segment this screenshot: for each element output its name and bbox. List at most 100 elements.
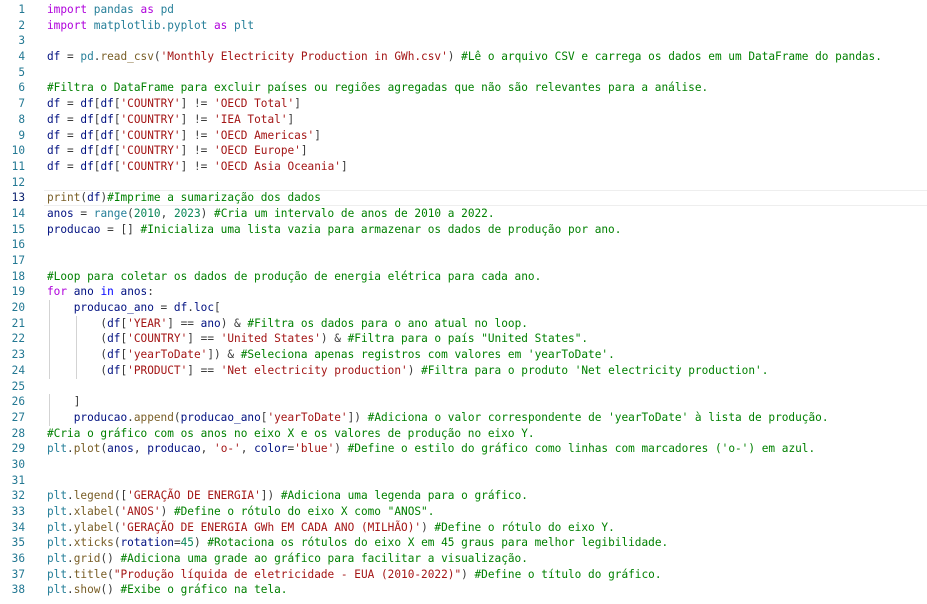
code-token: ) [200,206,215,220]
code-token: , [160,206,174,220]
code-line[interactable]: 2 import matplotlib.pyplot as plt [0,18,927,34]
code-line[interactable]: 25 [0,379,927,395]
code-token: 'Net electricity production' [220,363,408,377]
code-token: #Define o título do gráfico. [474,567,662,581]
code-token: 'OECD Asia Oceania' [214,159,341,173]
code-line[interactable]: 27 producao.append(producao_ano['yearToD… [0,409,927,426]
code-line[interactable]: 31 [0,473,927,489]
code-token: [ [113,128,121,142]
code-line[interactable]: 14 anos = range(2010, 2023) #Cria um inte… [0,206,927,222]
code-line[interactable]: 4 df = pd.read_csv('Monthly Electricity P… [0,49,927,65]
code-token: ( [113,505,121,518]
line-number: 19 [11,285,25,299]
code-text: plt.show() #Exibe o gráfico na tela. [47,582,287,598]
code-line[interactable]: 34 plt.ylabel('GERAÇÃO DE ENERGIA GWh EM … [0,520,927,536]
code-line[interactable]: 35 plt.xticks(rotation=45) #Rotaciona os … [0,535,927,551]
code-text: import pandas as pd [47,2,174,18]
code-token: import [47,3,88,16]
code-token: pd [160,3,174,16]
code-token: 45 [180,536,194,550]
code-token: = [60,112,81,126]
code-editor[interactable]: 1 import pandas as pd 2 import matplotlib.p… [0,0,927,604]
code-token: in [100,285,114,299]
code-line[interactable]: 17 [0,253,927,269]
line-number: 4 [18,50,25,64]
code-text: #Filtra o DataFrame para excluir países … [47,80,708,96]
code-text: df = df[df['COUNTRY'] != 'IEA Total'] [47,112,294,128]
code-line[interactable]: 32 plt.legend(['GERAÇÃO DE ENERGIA']) #Ad… [0,488,927,504]
code-text: (df['COUNTRY'] == 'United States') & #Fi… [47,331,588,347]
code-line[interactable]: 18 #Loop para coletar os dados de produçã… [0,269,927,285]
code-text: ] [47,394,81,410]
code-token: color [254,442,288,456]
code-token: 'COUNTRY' [127,332,188,346]
code-token: df [107,348,121,362]
code-line[interactable]: 21 (df['YEAR'] == ano) & #Filtra os dado… [0,315,927,332]
line-number: 1 [18,3,25,16]
code-token: . [67,505,74,518]
code-token: #Inicializa uma lista vazia para armazen… [140,222,622,236]
code-token: producao [47,222,101,236]
code-token: ]) [260,489,281,503]
code-token: , [200,442,215,456]
code-token: ) [461,567,475,581]
code-line[interactable]: 20 producao_ano = df.loc[ [0,300,927,316]
line-number: 11 [11,159,25,173]
code-line[interactable]: 23 (df['yearToDate']) & #Seleciona apena… [0,347,927,363]
code-line[interactable]: 9 df = df[df['COUNTRY'] != 'OECD Americas… [0,128,927,144]
line-number: 37 [11,567,25,581]
code-line[interactable]: 7 df = df[df['COUNTRY'] != 'OECD Total'] [0,96,927,112]
code-line[interactable]: 6 #Filtra o DataFrame para excluir países… [0,80,927,96]
code-token: 'GERAÇÃO DE ENERGIA' [127,489,261,503]
line-number: 34 [11,520,25,534]
code-text: df = pd.read_csv('Monthly Electricity Pr… [47,49,882,65]
code-line[interactable]: 11 df = df[df['COUNTRY'] != 'OECD Asia Oc… [0,159,927,175]
code-line[interactable]: 8 df = df[df['COUNTRY'] != 'IEA Total'] [0,112,927,128]
code-token: ] [294,97,301,111]
code-line[interactable]: 10 df = df[df['COUNTRY'] != 'OECD Europe'… [0,143,927,159]
code-line[interactable]: 1 import pandas as pd [0,2,927,18]
code-line[interactable]: 28 #Cria o gráfico com os anos no eixo X … [0,426,927,442]
code-token: plt [47,536,68,550]
code-text: producao = [] #Inicializa uma lista vazi… [47,222,621,238]
code-text: df = df[df['COUNTRY'] != 'OECD Americas'… [47,128,321,144]
code-token: plt [47,552,68,566]
code-token: ( [113,536,121,550]
code-text: df = df[df['COUNTRY'] != 'OECD Total'] [47,96,301,112]
code-token: df [47,159,61,173]
code-token: 'IEA Total' [214,112,288,126]
code-line[interactable]: 16 [0,237,927,253]
code-token: df [100,159,114,173]
code-line[interactable]: 15 producao = [] #Inicializa uma lista va… [0,222,927,238]
code-text: #Cria o gráfico com os anos no eixo X e … [47,426,535,442]
code-line[interactable]: 22 (df['COUNTRY'] == 'United States') & … [0,331,927,348]
code-line[interactable]: 38 plt.show() #Exibe o gráfico na tela. [0,582,927,598]
code-line[interactable]: 13 print(df)#Imprime a sumarização dos da… [0,190,927,206]
code-line[interactable]: 30 [0,457,927,473]
code-line[interactable]: 33 plt.xlabel('ANOS') #Define o rótulo do… [0,504,927,520]
code-token: 'ANOS' [120,505,161,518]
code-token: 'COUNTRY' [120,159,181,173]
code-token: ) & [320,332,348,346]
code-token: df [87,191,101,205]
code-line[interactable]: 36 plt.grid() #Adiciona uma grade ao gráf… [0,551,927,567]
code-line[interactable]: 29 plt.plot(anos, producao, 'o-', color='… [0,441,927,457]
code-line[interactable]: 12 [0,175,927,191]
code-line[interactable]: 5 [0,65,927,81]
code-line[interactable]: 24 (df['PRODUCT'] == 'Net electricity pr… [0,362,927,379]
code-line[interactable]: 26 ] [0,394,927,410]
line-number: 32 [11,489,25,503]
code-token: [ [113,97,121,111]
code-token: df [47,97,61,111]
code-line[interactable]: 37 plt.title("Produção líquida de eletric… [0,567,927,583]
code-token: . [67,552,74,566]
code-line[interactable]: 3 [0,33,927,49]
line-number: 31 [11,473,25,487]
code-line[interactable]: 19 for ano in anos: [0,284,927,300]
code-token: ] != [180,128,215,142]
code-token: 'yearToDate' [267,410,348,424]
